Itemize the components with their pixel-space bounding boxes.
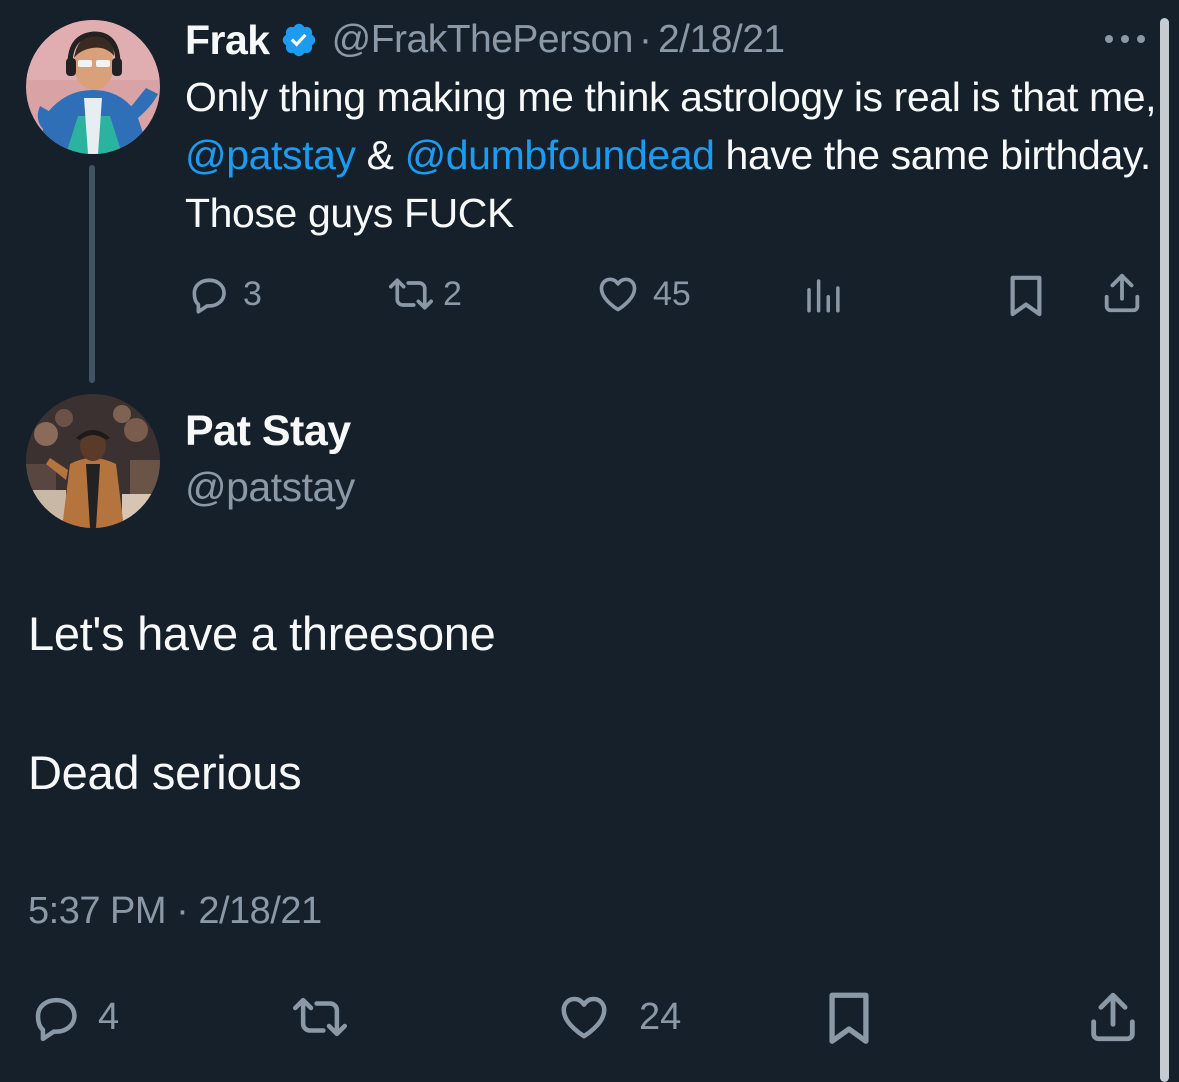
parent-display-name[interactable]: Frak xyxy=(185,17,270,64)
main-reply-button[interactable]: 4 xyxy=(28,990,119,1044)
main-tweet-line-2: Dead serious xyxy=(28,746,302,799)
parent-bookmark-button[interactable] xyxy=(1005,272,1047,318)
bookmark-icon xyxy=(1005,272,1047,318)
frak-avatar[interactable] xyxy=(26,20,160,154)
tweet-text-segment: Only thing making me think astrology is … xyxy=(185,74,1157,120)
parent-handle[interactable]: @FrakThePerson xyxy=(332,18,634,62)
timestamp-time: 5:37 PM xyxy=(28,890,167,932)
timestamp-separator: · xyxy=(176,890,189,932)
more-options-icon[interactable] xyxy=(1100,24,1150,54)
parent-like-count: 45 xyxy=(653,274,691,313)
parent-like-button[interactable]: 45 xyxy=(595,272,691,316)
main-reply-count: 4 xyxy=(98,995,120,1038)
thread-connector-line xyxy=(89,165,95,383)
main-tweet-line-1: Let's have a threesone xyxy=(28,607,496,660)
tweet-text-segment: & xyxy=(355,132,405,178)
reply-icon xyxy=(28,990,84,1044)
main-bookmark-button[interactable] xyxy=(822,988,876,1046)
parent-reply-button[interactable]: 3 xyxy=(187,272,262,316)
bookmark-icon xyxy=(822,988,876,1046)
mention-dumbfoundead[interactable]: @dumbfoundead xyxy=(405,132,715,178)
main-share-button[interactable] xyxy=(1084,988,1142,1046)
parent-reply-count: 3 xyxy=(243,274,262,313)
heart-icon xyxy=(555,990,613,1044)
patstay-avatar[interactable] xyxy=(26,394,160,528)
main-like-button[interactable]: 24 xyxy=(555,990,681,1044)
parent-date[interactable]: 2/18/21 xyxy=(658,18,785,62)
share-icon xyxy=(1084,988,1142,1046)
header-separator: · xyxy=(638,18,652,61)
views-bar-chart-icon xyxy=(802,274,844,316)
main-display-name[interactable]: Pat Stay xyxy=(185,407,351,456)
parent-views-button[interactable] xyxy=(802,274,844,316)
share-icon xyxy=(1099,270,1145,316)
parent-tweet-header: Frak @FrakThePerson · 2/18/21 xyxy=(185,12,785,68)
parent-retweet-button[interactable]: 2 xyxy=(385,272,462,316)
timestamp-date: 2/18/21 xyxy=(198,890,322,932)
main-retweet-button[interactable] xyxy=(287,990,353,1044)
parent-share-button[interactable] xyxy=(1099,270,1145,316)
main-like-count: 24 xyxy=(639,995,682,1038)
main-handle[interactable]: @patstay xyxy=(185,464,355,511)
retweet-icon xyxy=(385,272,437,316)
scrollbar[interactable] xyxy=(1160,18,1169,1082)
main-tweet-timestamp[interactable]: 5:37 PM · 2/18/21 xyxy=(28,890,322,933)
verified-badge-icon xyxy=(280,21,318,59)
mention-patstay[interactable]: @patstay xyxy=(185,132,356,178)
retweet-icon xyxy=(287,990,353,1044)
heart-icon xyxy=(595,272,641,316)
parent-retweet-count: 2 xyxy=(443,274,462,313)
reply-icon xyxy=(187,272,231,316)
parent-tweet-text: Only thing making me think astrology is … xyxy=(185,68,1160,242)
